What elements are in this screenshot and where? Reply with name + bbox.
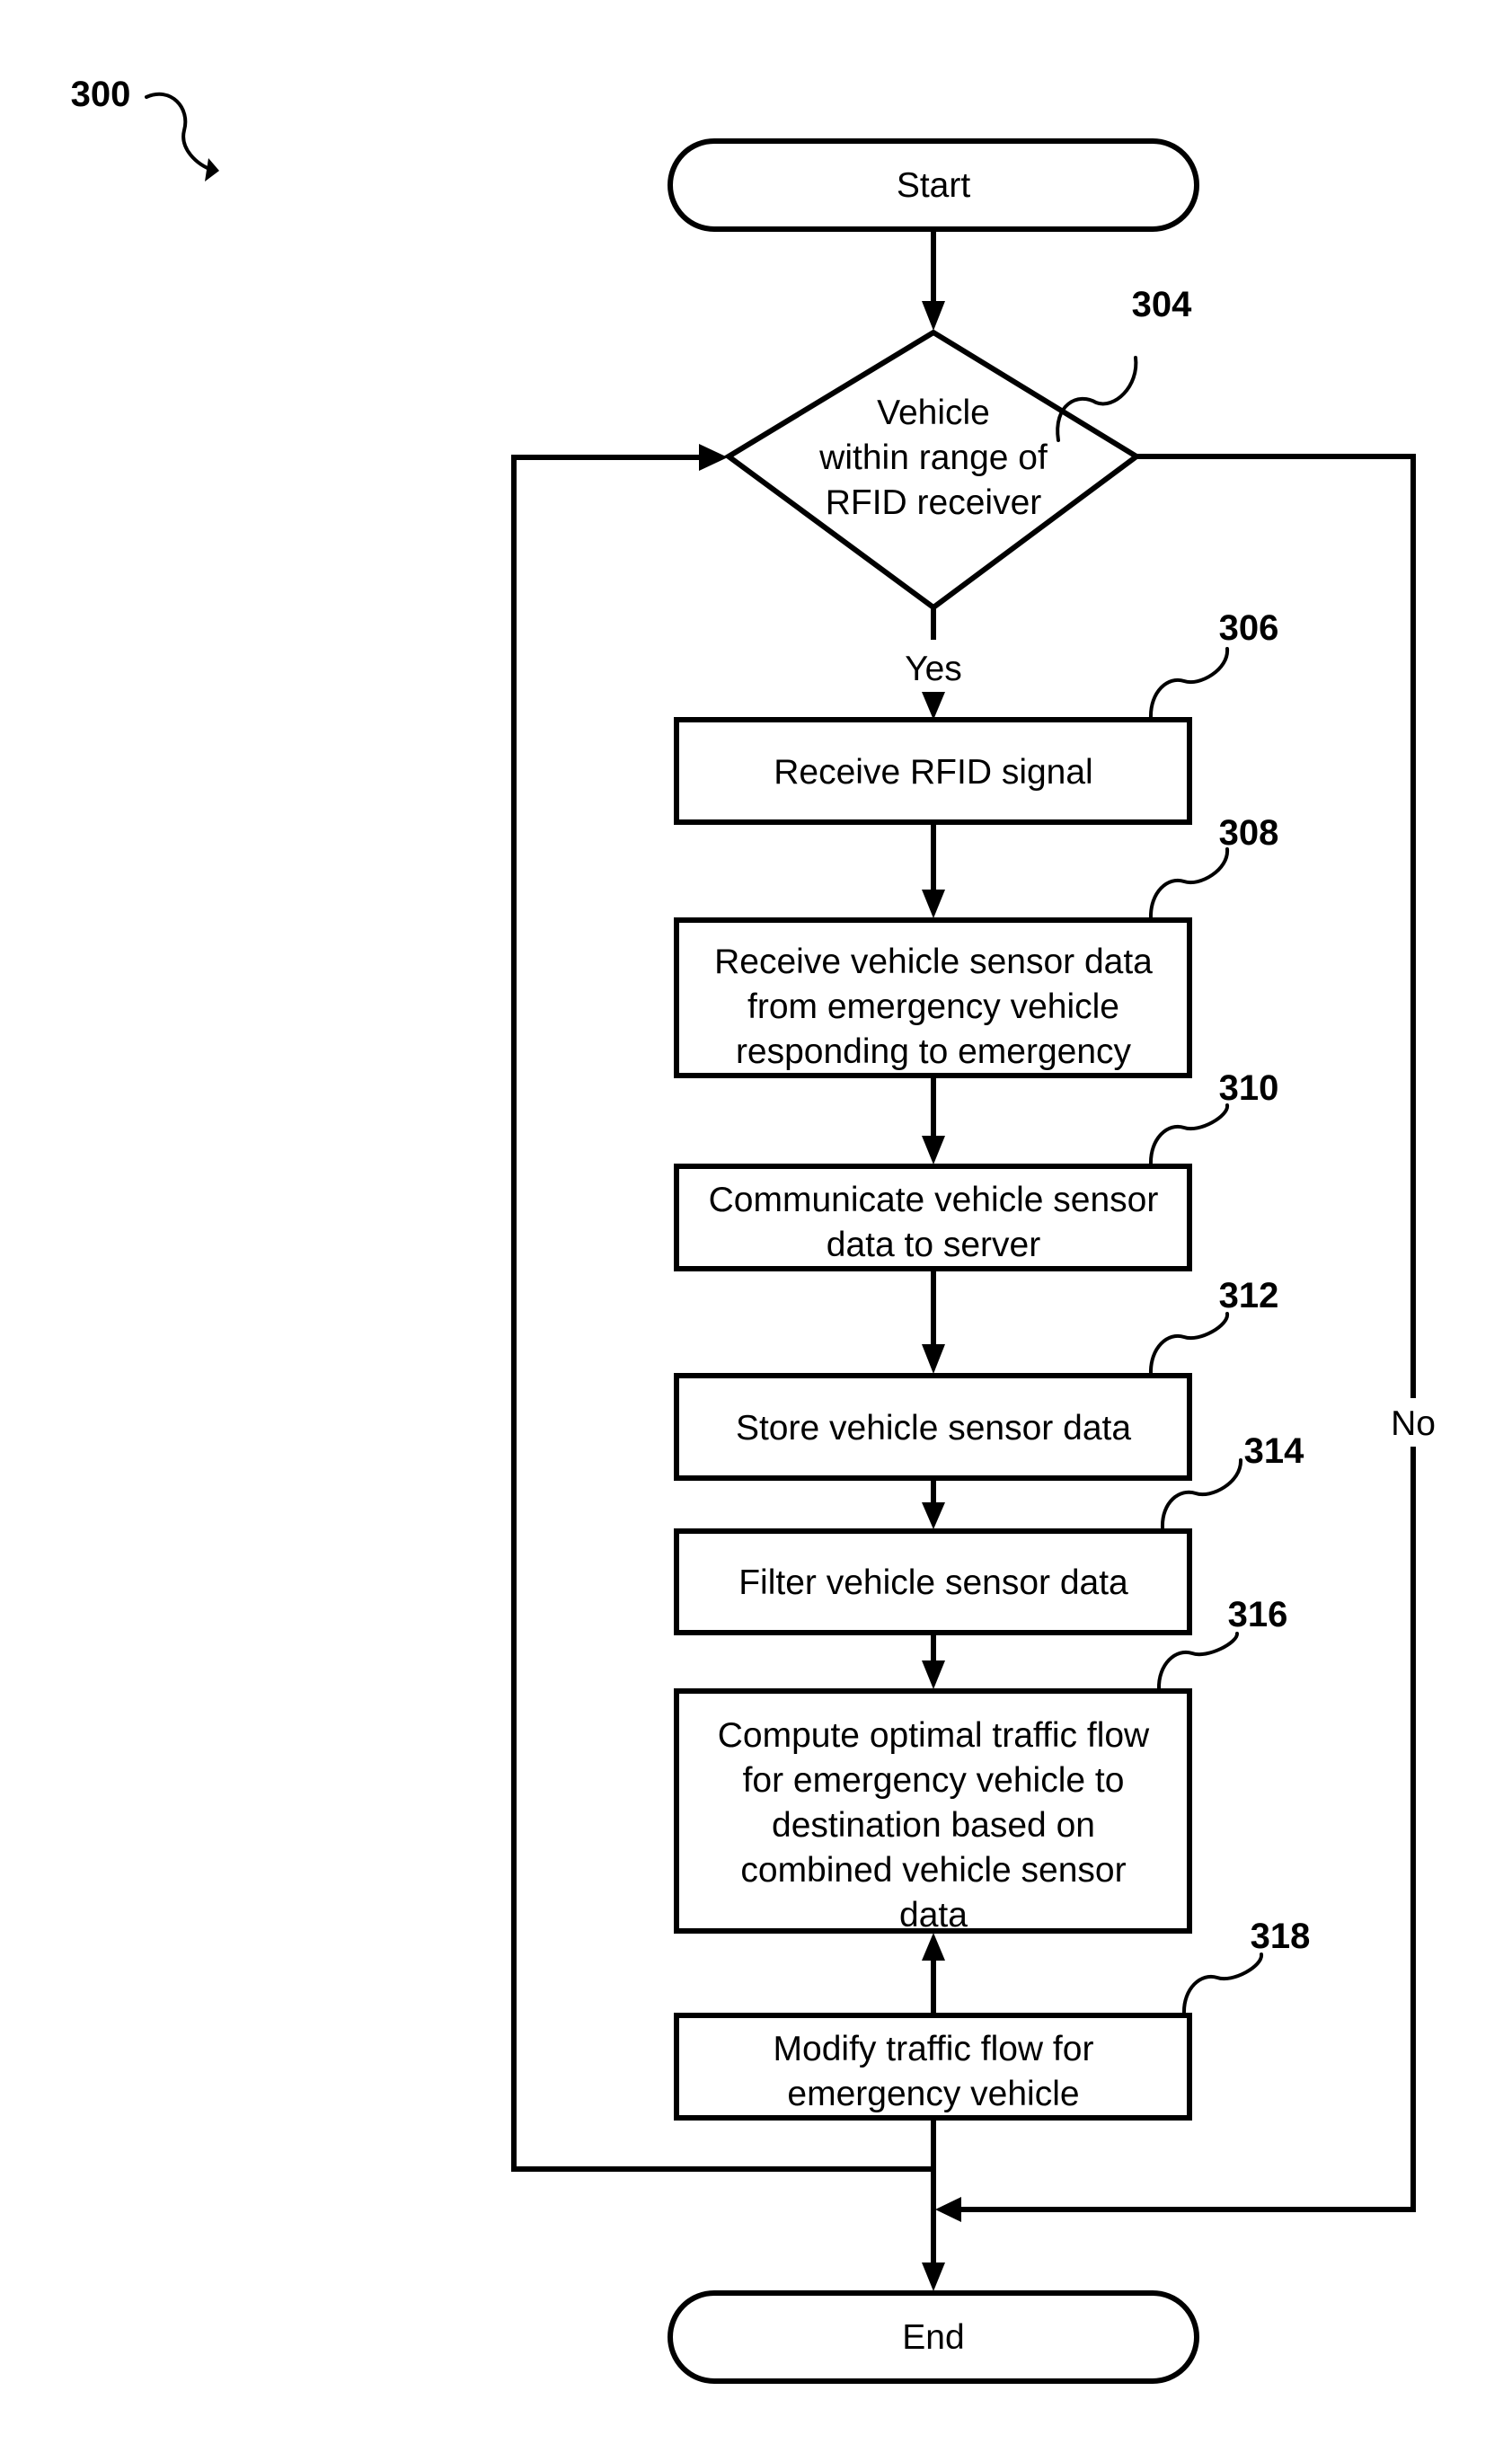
process-316-text-line-1: Compute optimal traffic flow: [718, 1716, 1150, 1755]
ref-leader-312: [1148, 1312, 1229, 1376]
ref-label-316: 316: [1228, 1595, 1288, 1634]
ref-leader-308: [1148, 847, 1230, 920]
process-316-text-line-3: destination based on: [772, 1806, 1095, 1845]
arrowhead-312-314: [922, 1502, 945, 1529]
ref-leader-316: [1156, 1632, 1239, 1691]
process-306: Receive RFID signal 306: [674, 608, 1279, 825]
process-318: Modify traffic flow for emergency vehicl…: [674, 1917, 1311, 2121]
arrowhead-306-308: [922, 890, 945, 918]
ref-label-318: 318: [1251, 1917, 1311, 1956]
process-316-text-line-2: for emergency vehicle to: [743, 1761, 1125, 1800]
process-312: Store vehicle sensor data 312: [674, 1276, 1279, 1481]
ref-label-314: 314: [1244, 1431, 1304, 1471]
process-310-text-line-1: Communicate vehicle sensor: [709, 1181, 1159, 1219]
process-318-text-line-2: emergency vehicle: [787, 2075, 1079, 2113]
arrowhead-no: [935, 2197, 961, 2222]
process-310-text-line-2: data to server: [827, 1226, 1040, 1264]
process-306-text: Receive RFID signal: [774, 753, 1092, 792]
ref-label-308: 308: [1219, 813, 1279, 853]
process-308-text-line-1: Receive vehicle sensor data: [714, 943, 1153, 981]
ref-leader-318: [1181, 1953, 1263, 2015]
process-308-text-line-3: responding to emergency: [736, 1032, 1132, 1071]
ref-leader-310: [1148, 1103, 1229, 1166]
arrowhead-loop-back: [699, 444, 728, 471]
arrowhead-310-312: [922, 1344, 945, 1374]
decision-text-line-2: within range of: [818, 438, 1048, 477]
process-310: Communicate vehicle sensor data to serve…: [674, 1068, 1279, 1271]
process-316: Compute optimal traffic flow for emergen…: [674, 1595, 1288, 1935]
yes-label: Yes: [905, 650, 962, 688]
process-318-text-line-1: Modify traffic flow for: [774, 2030, 1094, 2068]
decision-text-line-3: RFID receiver: [826, 483, 1042, 522]
decision-304: Vehicle within range of RFID receiver 30…: [723, 285, 1192, 611]
ref-label-310: 310: [1219, 1068, 1279, 1108]
figure-ref-arrowhead: [205, 158, 219, 182]
process-308: Receive vehicle sensor data from emergen…: [674, 813, 1279, 1078]
no-label: No: [1391, 1404, 1436, 1443]
end-terminal: End: [668, 2290, 1199, 2384]
arrowhead-314-316: [922, 1660, 945, 1689]
start-label: Start: [897, 166, 971, 205]
process-308-text-line-2: from emergency vehicle: [747, 987, 1119, 1026]
figure-ref-leader: [145, 92, 216, 173]
process-312-text: Store vehicle sensor data: [736, 1409, 1131, 1448]
ref-label-306: 306: [1219, 608, 1279, 648]
process-316-text-line-4: combined vehicle sensor: [740, 1851, 1126, 1890]
process-316-text-line-5: data: [899, 1896, 968, 1935]
end-label: End: [902, 2318, 964, 2357]
figure-ref-label: 300: [71, 75, 131, 114]
flowchart: 300 Start Vehicle within range of RFID r…: [71, 75, 1436, 2384]
decision-text-line-1: Vehicle: [877, 394, 990, 432]
start-terminal: Start: [668, 138, 1199, 232]
arrowhead-start-decision: [922, 301, 945, 331]
ref-label-304: 304: [1132, 285, 1192, 324]
ref-leader-306: [1148, 647, 1230, 720]
ref-label-312: 312: [1219, 1276, 1279, 1315]
arrowhead-yes: [922, 692, 945, 720]
arrowhead-to-end: [922, 2262, 945, 2291]
process-314-text: Filter vehicle sensor data: [738, 1563, 1128, 1602]
arrowhead-308-310: [922, 1136, 945, 1164]
arrowhead-318-316: [922, 1933, 945, 1961]
